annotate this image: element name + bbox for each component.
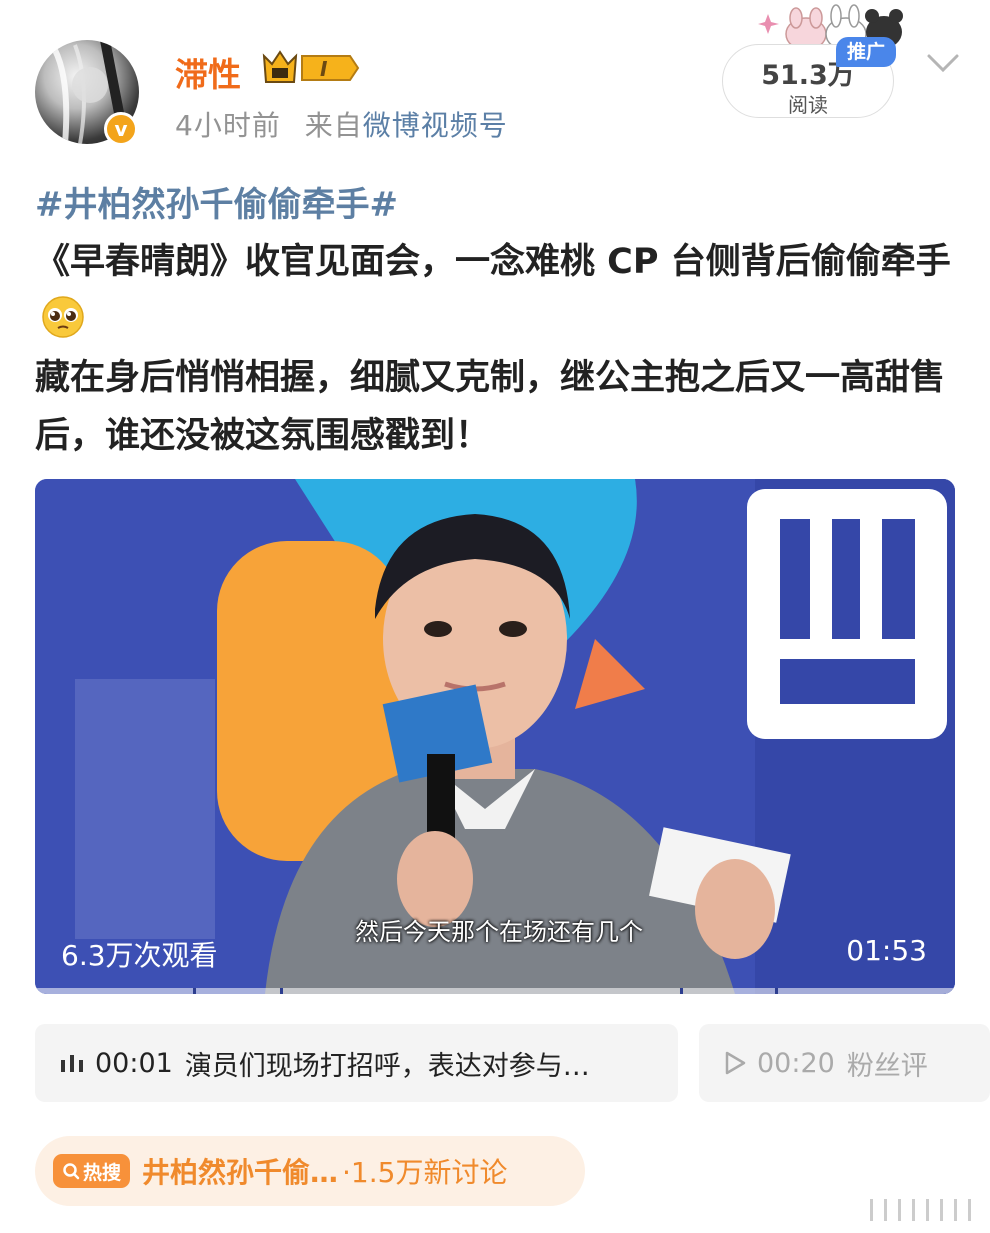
pleading-face-icon: [42, 296, 84, 338]
chapter-time: 00:20: [757, 1047, 835, 1079]
post-time: 4小时前: [175, 109, 281, 142]
video-player[interactable]: 然后今天那个在场还有几个 6.3万次观看 01:53: [35, 479, 955, 994]
chapter-text: 演员们现场打招呼，表达对参与…: [184, 1050, 590, 1082]
post-meta: 4小时前 来自微博视频号: [175, 104, 508, 144]
video-subtitle: 然后今天那个在场还有几个: [355, 918, 643, 946]
username[interactable]: 滞性: [175, 48, 241, 96]
chevron-down-icon[interactable]: [923, 48, 963, 78]
post-line-2: 藏在身后悄悄相握，细腻又克制，继公主抱之后又一高甜售后，谁还没被这氛围感戳到！: [35, 358, 946, 456]
chapter-tick: [775, 988, 778, 994]
chapter-time: 00:01: [95, 1047, 173, 1079]
level-badge-label: I: [320, 57, 328, 81]
member-crown-badge-icon[interactable]: I: [258, 50, 360, 86]
hot-search-count: ·1.5万新讨论: [342, 1156, 508, 1189]
chapter-tick: [193, 988, 196, 994]
audio-bars-icon: [61, 1055, 83, 1072]
hot-search-badge: 热搜: [53, 1154, 131, 1188]
play-icon: [725, 1051, 746, 1075]
chapter-progress-bar[interactable]: [35, 988, 955, 994]
more-options-icon[interactable]: [862, 1196, 978, 1224]
hashtag-link[interactable]: #井柏然孙千偷偷牵手#: [35, 177, 398, 226]
promo-badge[interactable]: 推广: [836, 37, 896, 67]
chapter-chip[interactable]: 00:01 演员们现场打招呼，表达对参与…: [35, 1024, 678, 1102]
post-line-1: 《早春晴朗》收官见面会，一念难桃 CP 台侧背后偷偷牵手: [35, 242, 951, 282]
hot-search-badge-label: 热搜: [83, 1161, 122, 1184]
chapter-text: 粉丝评: [846, 1050, 928, 1082]
verified-badge-icon: v: [104, 112, 138, 146]
post-body: 《早春晴朗》收官见面会，一念难桃 CP 台侧背后偷偷牵手 藏在身后悄悄相握，细腻…: [35, 233, 955, 465]
search-icon: [63, 1163, 80, 1180]
hot-search-link[interactable]: 热搜 井柏然孙千偷… ·1.5万新讨论: [35, 1136, 585, 1206]
chapter-tick: [680, 988, 683, 994]
from-label: 来自: [304, 109, 363, 142]
read-label: 阅读: [788, 93, 828, 117]
post-source-link[interactable]: 微博视频号: [363, 109, 508, 142]
video-views: 6.3万次观看: [61, 939, 218, 972]
video-duration: 01:53: [846, 934, 927, 967]
hot-search-topic: 井柏然孙千偷…: [142, 1156, 339, 1189]
chapter-tick: [280, 988, 283, 994]
chapter-chip[interactable]: 00:20 粉丝评: [699, 1024, 990, 1102]
